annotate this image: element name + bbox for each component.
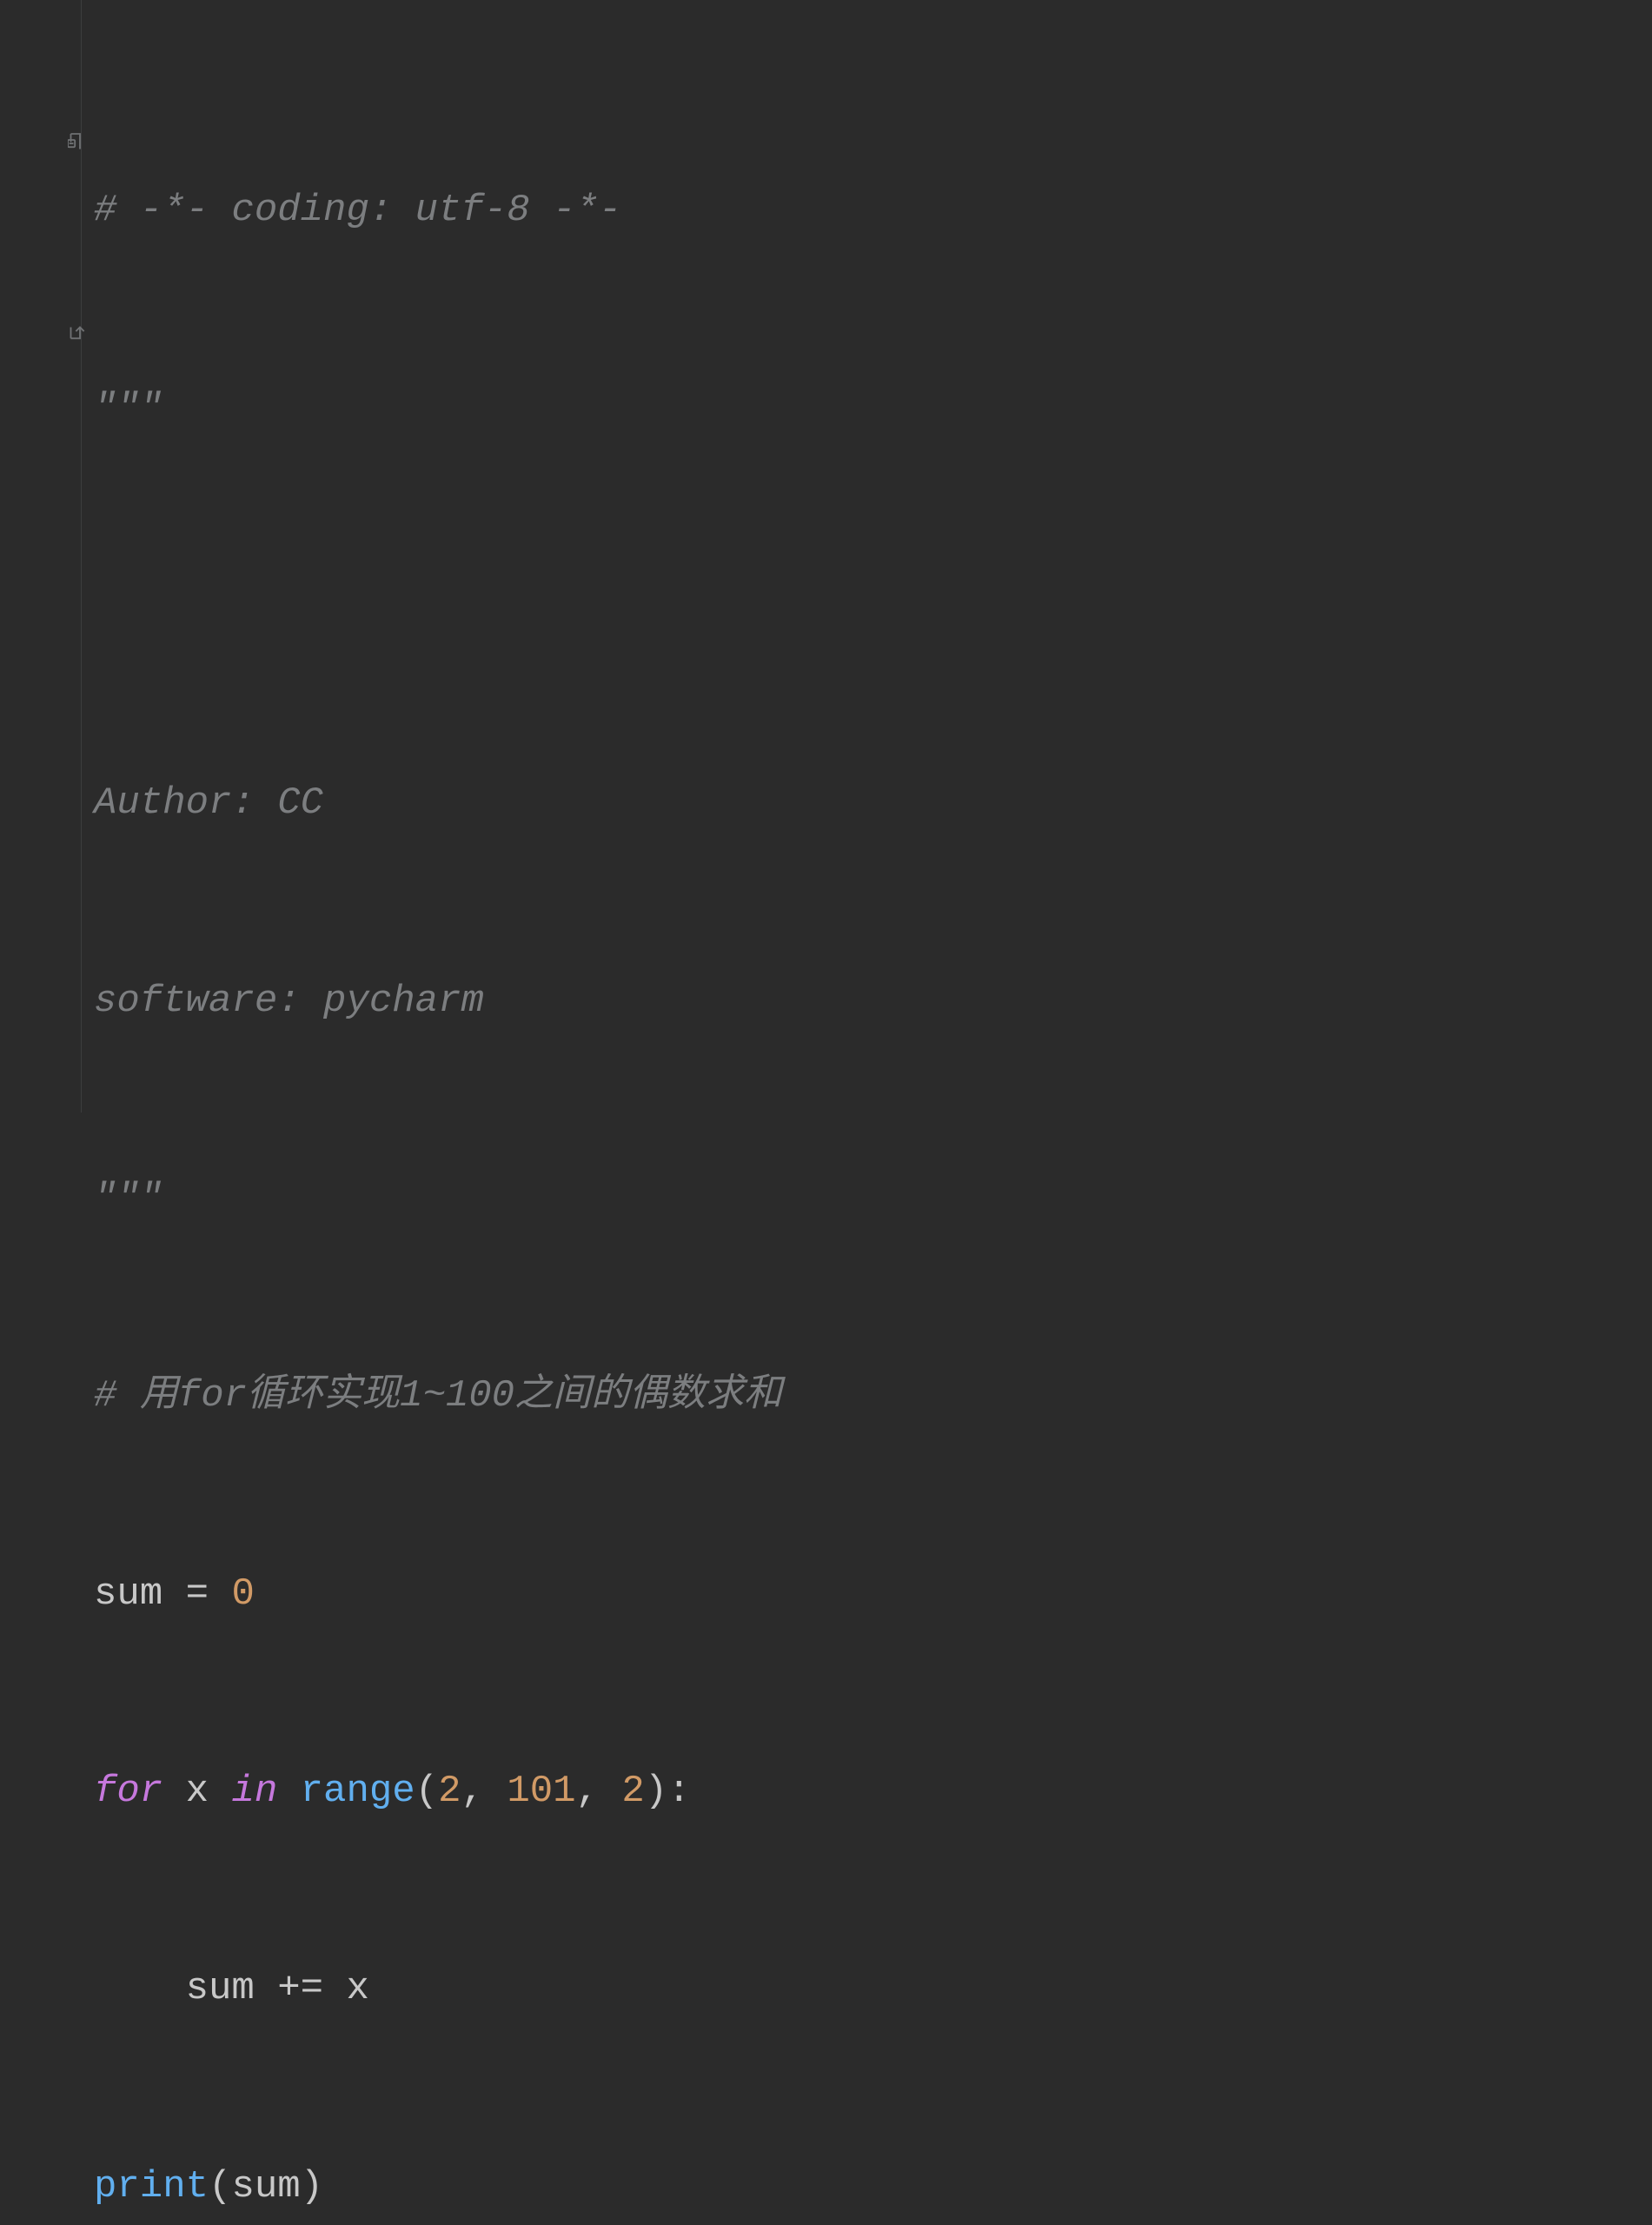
number-arg2: 101 <box>507 1770 575 1813</box>
editor-gutter <box>0 0 94 1112</box>
indent <box>94 1967 186 2010</box>
code-line-11[interactable]: print(sum) <box>94 2155 1652 2221</box>
code-line-3[interactable] <box>94 574 1652 640</box>
builtin-range: range <box>301 1770 415 1813</box>
keyword-for: for <box>94 1770 163 1813</box>
docstring-close: """ <box>94 1177 163 1220</box>
gutter-divider <box>81 0 82 1112</box>
ident-sum-3: sum <box>231 2165 300 2208</box>
code-line-10[interactable]: sum += x <box>94 1956 1652 2022</box>
code-line-2[interactable]: """ <box>94 376 1652 442</box>
comma-2: , <box>576 1770 622 1813</box>
paren-close: ) <box>645 1770 667 1813</box>
ident-sum-2: sum <box>186 1967 255 2010</box>
code-line-1[interactable]: # -*- coding: utf-8 -*- <box>94 178 1652 244</box>
operator-plusassign: += <box>255 1967 347 2010</box>
space <box>277 1770 300 1813</box>
keyword-in: in <box>231 1770 277 1813</box>
number-zero: 0 <box>231 1572 254 1616</box>
comment-task: # 用for循环实现1~100之间的偶数求和 <box>94 1374 782 1418</box>
operator-assign: = <box>163 1572 231 1616</box>
fold-marker-open-icon[interactable] <box>68 128 92 152</box>
code-line-8[interactable]: sum = 0 <box>94 1562 1652 1628</box>
code-line-7[interactable]: # 用for循环实现1~100之间的偶数求和 <box>94 1364 1652 1430</box>
docstring-author: Author: CC <box>94 781 323 825</box>
ident-x: x <box>163 1770 231 1813</box>
docstring-open: """ <box>94 387 163 430</box>
code-line-4[interactable]: Author: CC <box>94 771 1652 837</box>
code-editor[interactable]: # -*- coding: utf-8 -*- """ Author: CC s… <box>0 0 1652 1112</box>
ident-x-2: x <box>346 1967 368 2010</box>
comma-1: , <box>461 1770 508 1813</box>
ident-sum: sum <box>94 1572 163 1616</box>
docstring-software: software: pycharm <box>94 980 484 1023</box>
number-arg1: 2 <box>438 1770 461 1813</box>
builtin-print: print <box>94 2165 209 2208</box>
comment-coding: # -*- coding: utf-8 -*- <box>94 189 621 232</box>
code-line-6[interactable]: """ <box>94 1166 1652 1232</box>
code-area[interactable]: # -*- coding: utf-8 -*- """ Author: CC s… <box>94 0 1652 1112</box>
code-line-9[interactable]: for x in range(2, 101, 2): <box>94 1759 1652 1825</box>
paren-open: ( <box>415 1770 438 1813</box>
colon: : <box>667 1770 690 1813</box>
number-arg3: 2 <box>621 1770 644 1813</box>
paren-close-2: ) <box>301 2165 323 2208</box>
paren-open-2: ( <box>209 2165 231 2208</box>
code-line-5[interactable]: software: pycharm <box>94 969 1652 1035</box>
fold-marker-close-icon[interactable] <box>68 324 92 349</box>
